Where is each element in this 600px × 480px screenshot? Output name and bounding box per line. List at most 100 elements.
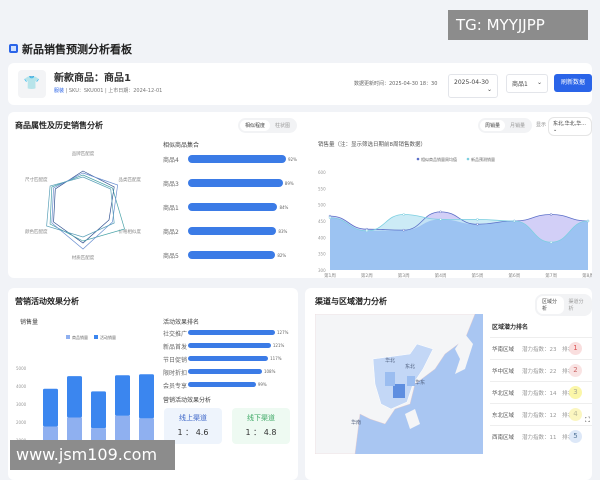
radar-axis-label: 品类匹配度 [119, 176, 142, 183]
y-tick-label: 350 [318, 252, 326, 257]
activity-value: 117% [270, 356, 282, 361]
y-tick-label: 600 [318, 170, 326, 175]
region-index: 潜力指数：22 [522, 369, 557, 375]
sales-tabs: 周销量 月销量 [478, 118, 533, 133]
region-name: 华北区域 [492, 391, 515, 397]
tab-channel[interactable]: 渠道分析 [564, 296, 591, 314]
page-title: 新品销售预测分析看板 [22, 43, 132, 56]
similar-item-label: 商品4 [163, 157, 179, 164]
x-tick-label: 第1周 [324, 272, 336, 278]
watermark-top: TG: MYYJJPP [448, 10, 588, 40]
similar-item-value: 89% [284, 181, 294, 186]
region-name: 华中区域 [492, 369, 515, 375]
data-point[interactable] [402, 228, 405, 232]
y-tick-label: 550 [318, 186, 326, 191]
attr-tabs: 相似程度 柱状图 [238, 118, 298, 133]
region-name: 西南区域 [492, 435, 515, 441]
region-index: 潜力指数：23 [522, 347, 557, 353]
x-tick-label: 第4周 [435, 272, 447, 278]
online-channel-card: 线上渠道 1 ： 4.6 [164, 408, 222, 444]
data-point[interactable] [439, 210, 442, 214]
activity-bar [188, 369, 262, 374]
similar-item-label: 商品3 [163, 181, 179, 188]
similar-item-value: 84% [279, 205, 289, 210]
legend-label[interactable]: 商品销量 [72, 334, 88, 340]
refresh-button[interactable]: 刷新数据 [554, 74, 592, 92]
bar-segment[interactable] [139, 374, 154, 419]
radar-axis-label: 品牌匹配度 [72, 150, 95, 157]
offline-ratio: 1 ： 4.8 [245, 428, 277, 437]
region-tabs: 区域分析 渠道分析 [535, 294, 592, 316]
region-row[interactable]: 西南区域 潜力指数：11 排名 5 [490, 425, 592, 447]
data-point[interactable] [476, 223, 479, 226]
x-tick-label: 第7周 [545, 272, 557, 278]
data-point[interactable] [365, 229, 369, 233]
y-tick-label: 5000 [16, 366, 27, 371]
ranking-title: 区域潜力排名 [492, 324, 529, 331]
tab-bar[interactable]: 柱状图 [270, 120, 295, 131]
activity-label: 限时折扣 [163, 370, 188, 377]
region-map[interactable]: 东北 华北 华东 华南 [315, 314, 483, 454]
data-point[interactable] [402, 213, 405, 216]
x-tick-label: 第2周 [361, 272, 373, 278]
online-label: 线上渠道 [179, 414, 207, 422]
y-tick-label: 500 [318, 203, 326, 208]
tab-region[interactable]: 区域分析 [537, 296, 564, 314]
data-point[interactable] [586, 219, 590, 223]
y-tick-label: 3000 [16, 402, 27, 407]
y-tick-label: 450 [318, 219, 326, 224]
tab-monthly[interactable]: 月销量 [505, 120, 530, 131]
fullscreen-icon[interactable]: ⛶ [585, 416, 590, 425]
effect-title: 营销活动效果分析 [163, 397, 212, 404]
tab-weekly[interactable]: 周销量 [480, 120, 506, 131]
region-index: 潜力指数：12 [522, 413, 557, 419]
region-row[interactable]: 华北区域 潜力指数：14 排名 3 [490, 381, 592, 403]
similar-item-label: 商品2 [163, 229, 179, 236]
product-select[interactable]: 商品1 ⌄ [506, 74, 548, 93]
data-point[interactable] [513, 219, 516, 223]
radar-chart: 品牌匹配度品类匹配度价格相似度材质匹配度 颜色匹配度 尺寸匹配度 [25, 150, 142, 261]
activity-value: 99% [257, 382, 267, 387]
activity-label: 节日促销 [163, 357, 188, 364]
watermark-bottom: www.jsm109.com [10, 440, 175, 470]
region-row[interactable]: 东北区域 潜力指数：12 排名 4 [490, 403, 592, 425]
bar-segment[interactable] [67, 376, 82, 418]
region-name: 华南区域 [492, 347, 515, 353]
similar-item-value: 92% [288, 157, 297, 162]
radar-axis-label: 颜色匹配度 [25, 228, 48, 235]
y-tick-label: 4000 [16, 384, 27, 389]
online-ratio: 1 ： 4.6 [177, 428, 209, 437]
map-label: 华东 [415, 379, 425, 386]
bar-segment[interactable] [91, 391, 106, 429]
offline-channel-card: 线下渠道 1 ： 4.8 [232, 408, 290, 444]
filter-value: 东北,华北,华... [553, 121, 586, 127]
legend-marker [94, 335, 98, 339]
tab-similarity[interactable]: 相似程度 [240, 120, 271, 131]
data-point[interactable] [549, 213, 553, 216]
region-row[interactable]: 华中区域 潜力指数：22 排名 2 [490, 359, 592, 381]
activity-bar [188, 382, 256, 387]
data-point[interactable] [328, 216, 332, 219]
legend-label[interactable]: 活动销量 [100, 334, 116, 340]
data-point[interactable] [439, 218, 442, 221]
activity-bar [188, 343, 271, 348]
ranking-title: 活动效果排名 [163, 319, 200, 326]
dashboard-icon [9, 44, 18, 53]
date-select[interactable]: 2025-04-30 ⌄ [448, 74, 498, 98]
radar-series [51, 172, 119, 250]
region-row[interactable]: 华南区域 潜力指数：23 排名 1 [490, 337, 592, 359]
radar-axis-label: 价格相似度 [119, 228, 142, 235]
map-label: 华北 [385, 357, 395, 364]
data-point[interactable] [476, 218, 479, 221]
activity-value: 108% [263, 369, 276, 374]
bar-segment[interactable] [115, 375, 130, 416]
rank-badge: 4 [569, 408, 582, 421]
offline-label: 线下渠道 [247, 414, 275, 422]
similar-item-bar [188, 227, 277, 235]
legend-label[interactable]: 新品预测销量 [471, 156, 495, 162]
section-title: 渠道与区域潜力分析 [315, 297, 387, 306]
data-point[interactable] [549, 240, 553, 244]
bar-segment[interactable] [43, 388, 58, 427]
product-value: 商品1 [512, 81, 528, 88]
legend-label[interactable]: 相似商品销量周均值 [421, 156, 457, 162]
